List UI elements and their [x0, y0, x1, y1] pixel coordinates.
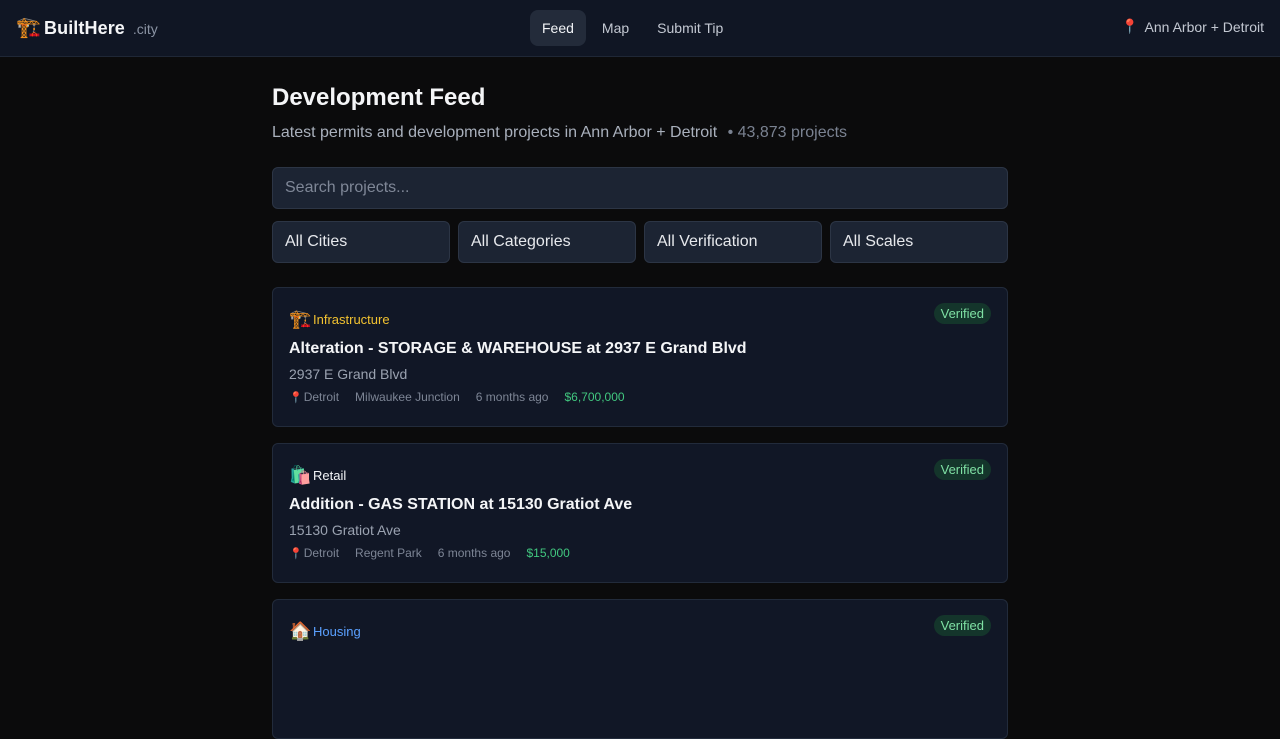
house-icon: 🏠 — [289, 620, 312, 641]
category-tag: 🏠 Housing — [289, 618, 991, 644]
page-title: Development Feed — [272, 84, 486, 111]
category-tag: 🛍️ Retail — [289, 462, 991, 488]
city-label: Detroit — [303, 546, 340, 560]
brand-logo[interactable]: 🏗️ BuiltHere .city — [16, 17, 158, 39]
shopping-bag-icon: 🛍️ — [289, 464, 312, 485]
category-filter-select[interactable]: All Categories — [458, 221, 636, 263]
search-input[interactable] — [272, 167, 1008, 209]
tab-submit-tip[interactable]: Submit Tip — [645, 10, 735, 46]
project-neighborhood: Regent Park — [355, 546, 422, 560]
verification-filter-select[interactable]: All Verification — [644, 221, 822, 263]
location-label: Ann Arbor + Detroit — [1144, 18, 1264, 35]
project-title[interactable]: Addition - GAS STATION at 15130 Gratiot … — [289, 496, 991, 514]
page-subtitle: Latest permits and development projects … — [272, 124, 1008, 142]
project-card[interactable]: 🏗️ Infrastructure Verified Alteration - … — [272, 287, 1008, 427]
filter-bar: All Cities All Categories All Verificati… — [272, 221, 1008, 263]
category-label: Retail — [313, 467, 347, 483]
map-pin-icon: 📍 — [289, 391, 303, 404]
scale-filter-select[interactable]: All Scales — [830, 221, 1008, 263]
crane-icon: 🏗️ — [16, 17, 41, 39]
city-filter-select[interactable]: All Cities — [272, 221, 450, 263]
project-neighborhood: Milwaukee Junction — [355, 390, 460, 404]
map-pin-icon: 📍 — [1121, 18, 1139, 34]
main-nav: Feed Map Submit Tip — [530, 10, 735, 46]
city-label: Detroit — [303, 390, 340, 404]
map-pin-icon: 📍 — [289, 547, 303, 560]
category-label: Housing — [313, 623, 361, 639]
verified-badge: Verified — [933, 615, 991, 636]
project-address: 2937 E Grand Blvd — [289, 366, 408, 382]
project-meta: 📍 Detroit Regent Park 6 months ago $15,0… — [289, 546, 991, 560]
project-count: • 43,873 projects — [727, 124, 848, 141]
project-price: $6,700,000 — [564, 390, 625, 404]
tab-feed[interactable]: Feed — [530, 10, 586, 46]
tab-map[interactable]: Map — [590, 10, 641, 46]
crane-icon: 🏗️ — [289, 308, 312, 329]
project-time: 6 months ago — [475, 390, 549, 404]
project-time: 6 months ago — [437, 546, 511, 560]
project-meta: 📍 Detroit Milwaukee Junction 6 months ag… — [289, 390, 991, 404]
project-title[interactable]: Alteration - STORAGE & WAREHOUSE at 2937… — [289, 340, 991, 358]
category-label: Infrastructure — [313, 311, 390, 327]
project-city: 📍 Detroit — [289, 390, 339, 404]
brand-tld: .city — [132, 21, 158, 37]
location-selector[interactable]: 📍 Ann Arbor + Detroit — [1121, 18, 1264, 35]
subtitle-text: Latest permits and development projects … — [272, 124, 718, 141]
project-price: $15,000 — [526, 546, 570, 560]
project-card[interactable]: 🏠 Housing Verified — [272, 599, 1008, 739]
category-tag: 🏗️ Infrastructure — [289, 306, 991, 332]
top-navbar: 🏗️ BuiltHere .city Feed Map Submit Tip 📍… — [0, 0, 1280, 57]
project-card[interactable]: 🛍️ Retail Verified Addition - GAS STATIO… — [272, 443, 1008, 583]
verified-badge: Verified — [933, 459, 991, 480]
brand-name: BuiltHere — [44, 17, 125, 38]
verified-badge: Verified — [933, 303, 991, 324]
project-city: 📍 Detroit — [289, 546, 339, 560]
main-content: Development Feed Latest permits and deve… — [272, 57, 1008, 739]
project-address: 15130 Gratiot Ave — [289, 522, 401, 538]
